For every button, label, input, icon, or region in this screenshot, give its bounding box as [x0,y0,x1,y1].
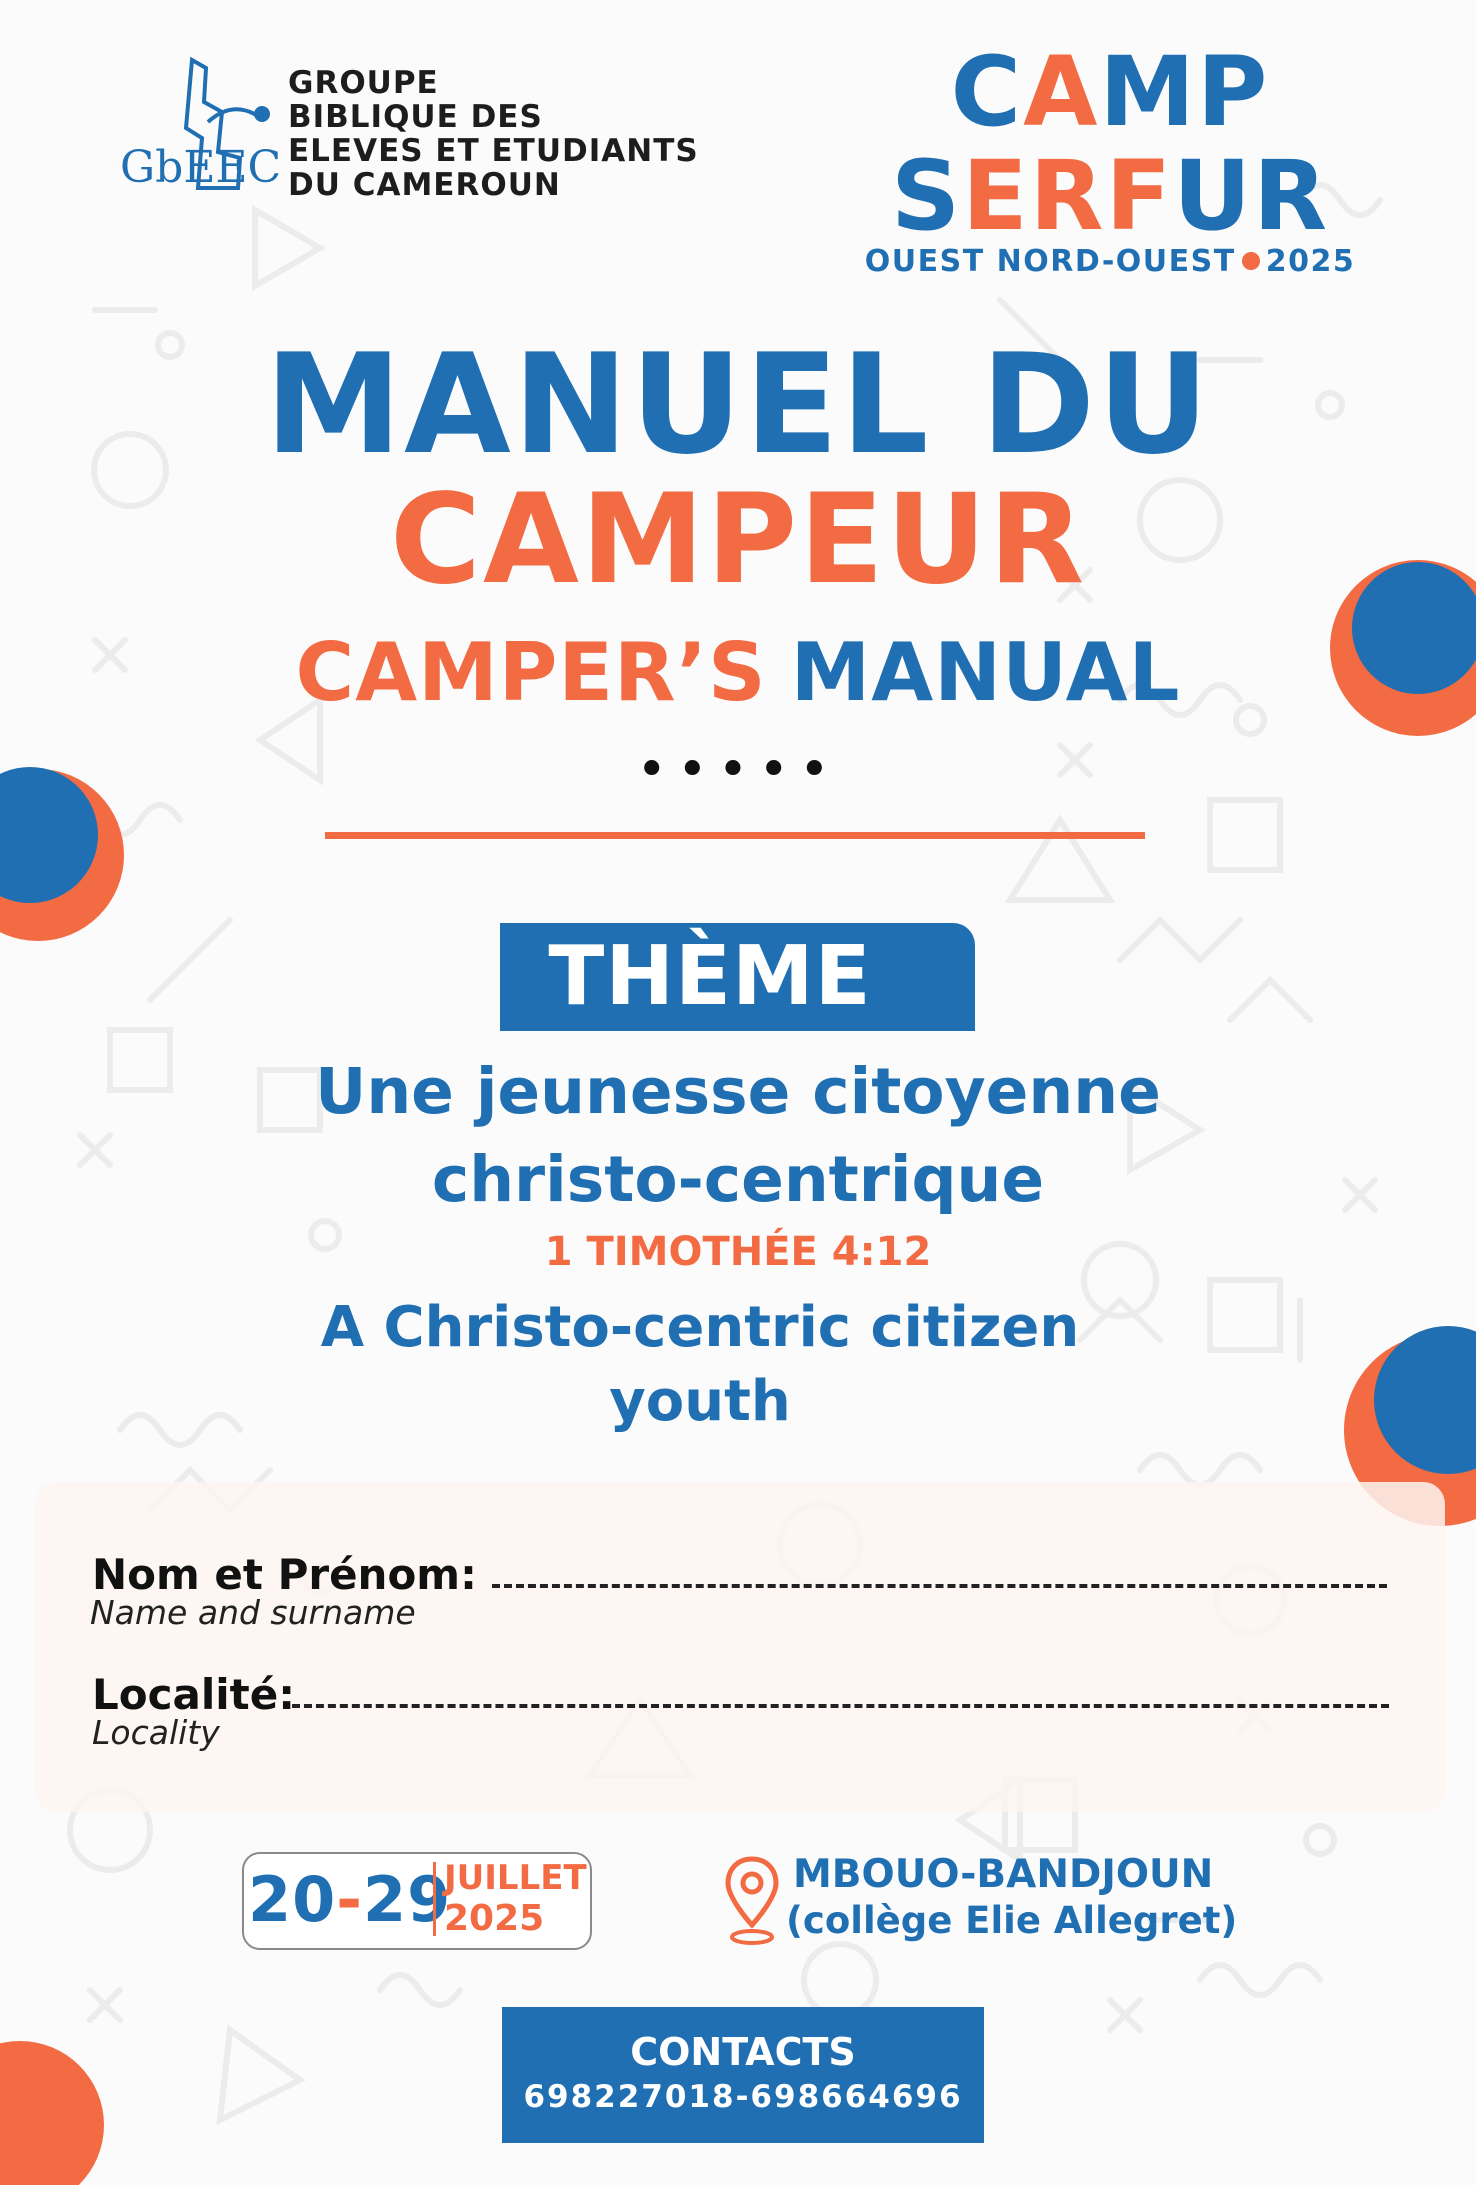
camp-title-line-1: CAMP [800,40,1420,144]
camp-title-block: CAMP SERFUR OUEST NORD-OUEST 2025 [800,40,1420,280]
camp-region-line: OUEST NORD-OUEST 2025 [800,244,1420,280]
title-english-part-2: MANUAL [790,626,1181,719]
name-field-line[interactable] [492,1584,1387,1588]
date-month: JUILLET [444,1858,587,1898]
org-name-line-3: ELEVES ET ETUDIANTS [288,133,699,169]
date-year: 2025 [444,1898,545,1939]
camp-letter-accent: A [1023,36,1100,148]
contacts-label: CONTACTS [630,2030,856,2074]
date-end: 29 [363,1863,452,1936]
theme-english-line-1: A Christo-centric citizen [320,1295,1080,1360]
serfur-letters-accent: ERF [962,140,1174,252]
theme-english-line-2: youth [609,1369,791,1434]
form-panel [35,1482,1445,1812]
title-english: CAMPER’S MANUAL [0,625,1476,721]
decorative-dots: ••••• [636,740,840,800]
name-field-sublabel: Name and surname [90,1593,416,1632]
contacts-numbers: 698227018-698664696 [523,2079,963,2115]
camp-region: OUEST NORD-OUEST [864,244,1236,279]
org-name-line-4: DU CAMEROUN [288,167,561,203]
theme-french-line-2: christo-centrique [431,1143,1045,1216]
bible-verse: 1 TIMOTHÉE 4:12 [544,1229,932,1275]
title-english-part-1: CAMPER’S [295,626,767,719]
manual-cover: GbEEC GROUPE BIBLIQUE DES ELEVES ET ETUD… [0,0,1476,2185]
date-dash: - [336,1863,364,1936]
location-pin-icon [725,1856,779,1945]
camp-letters: MP [1099,36,1270,148]
divider-line [325,832,1145,839]
org-name-line-2: BIBLIQUE DES [288,99,543,135]
logo-text: GbEEC [120,142,281,193]
serfur-letter: S [890,140,963,252]
theme-french-line-1: Une jeunesse citoyenne [315,1055,1161,1128]
camp-title-line-2: SERFUR [800,144,1420,248]
title-campeur: CAMPEUR [389,468,1087,612]
date-start: 20 [248,1863,337,1936]
gbeec-logo: GbEEC [120,56,281,193]
locality-field-sublabel: Locality [92,1713,220,1752]
theme-label: THÈME [548,929,872,1024]
date-range: 20-29 [248,1860,450,1940]
location-line-1: MBOUO-BANDJOUN [793,1852,1214,1897]
serfur-letter: R [1253,140,1330,252]
location-line-2: (collège Elie Allegret) [786,1899,1238,1942]
title-manuel-du: MANUEL DU [264,324,1212,485]
camp-year: 2025 [1265,244,1356,279]
locality-field-line[interactable] [292,1704,1389,1708]
org-name-line-1: GROUPE [288,65,439,101]
separator-dot [1241,251,1260,270]
contacts-box [502,2007,984,2143]
serfur-letter: U [1173,140,1254,252]
date-separator [433,1862,436,1936]
camp-letter: C [950,36,1024,148]
organization-name: GROUPE BIBLIQUE DES ELEVES ET ETUDIANTS … [288,66,748,202]
